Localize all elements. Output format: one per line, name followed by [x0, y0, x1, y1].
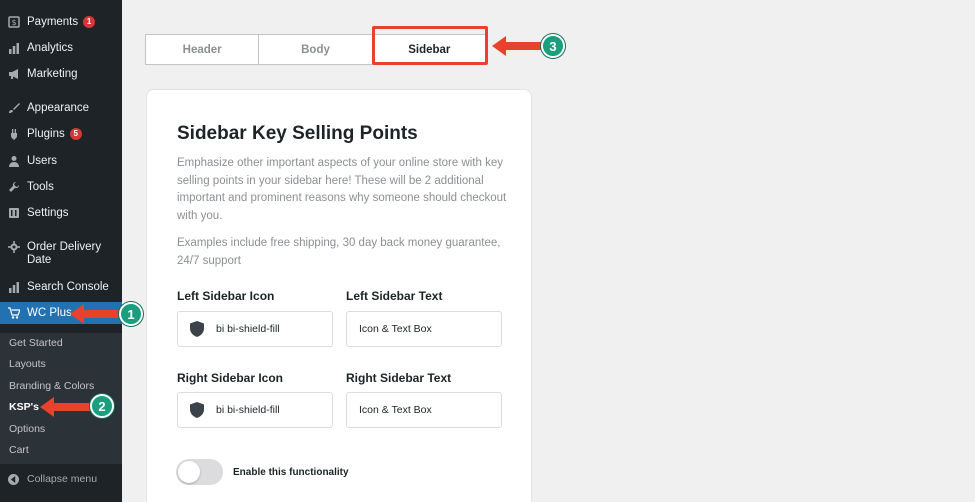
shield-icon	[190, 321, 204, 337]
update-badge: 1	[83, 16, 96, 28]
svg-text:$: $	[11, 18, 16, 27]
settings-icon	[8, 207, 20, 219]
payments-icon: $	[8, 16, 20, 28]
right-text-label: Right Sidebar Text	[346, 371, 452, 385]
collapse-arrow-icon	[8, 473, 19, 485]
right-text-value: Icon & Text Box	[359, 404, 432, 416]
submenu-ksps[interactable]: KSP's	[9, 401, 39, 413]
megaphone-icon	[8, 68, 20, 80]
chart-icon	[8, 281, 20, 293]
right-text-field[interactable]: Icon & Text Box	[346, 392, 502, 428]
sidebar-item-plugins[interactable]: Plugins 5	[0, 128, 122, 141]
left-icon-label: Left Sidebar Icon	[177, 289, 275, 303]
toggle-label: Enable this functionality	[233, 467, 349, 478]
annotation-number-2: 2	[90, 394, 114, 418]
update-badge: 5	[69, 128, 82, 140]
wrench-icon	[8, 181, 20, 193]
left-text-label: Left Sidebar Text	[346, 289, 443, 303]
right-icon-label: Right Sidebar Icon	[177, 371, 284, 385]
sidebar-item-label: WC Plus	[27, 306, 72, 319]
submenu-get-started[interactable]: Get Started	[9, 337, 63, 349]
tab-sidebar[interactable]: Sidebar	[373, 35, 486, 64]
sidebar-item-label: Users	[27, 155, 58, 167]
submenu-cart[interactable]: Cart	[9, 444, 29, 456]
collapse-menu-button[interactable]: Collapse menu	[8, 473, 97, 485]
sidebar-item-order-delivery-date[interactable]: Order Delivery Date	[0, 241, 122, 267]
card-examples: Examples include free shipping, 30 day b…	[177, 237, 501, 267]
left-text-value: Icon & Text Box	[359, 323, 432, 335]
sidebar-item-label: Marketing	[27, 68, 78, 80]
sidebar-item-tools[interactable]: Tools	[0, 181, 122, 194]
sidebar-item-label: Analytics	[27, 42, 74, 54]
sidebar-item-users[interactable]: Users	[0, 155, 122, 168]
left-icon-field[interactable]: bi bi-shield-fill	[177, 311, 333, 347]
sidebar-item-label: Payments	[27, 16, 79, 28]
admin-sidebar: $ Payments 1 Analytics Marketing Appeara…	[0, 0, 122, 502]
submenu-layouts[interactable]: Layouts	[9, 358, 46, 370]
right-icon-value: bi bi-shield-fill	[216, 404, 280, 416]
annotation-arrow-3	[492, 36, 542, 56]
sidebar-item-label: Settings	[27, 207, 69, 219]
left-icon-value: bi bi-shield-fill	[216, 323, 280, 335]
submenu-options[interactable]: Options	[9, 423, 45, 435]
plugin-icon	[8, 128, 20, 140]
cart-icon	[8, 307, 20, 319]
sidebar-item-marketing[interactable]: Marketing	[0, 68, 122, 81]
sidebar-item-label: Tools	[27, 181, 54, 193]
sidebar-ksp-card: Sidebar Key Selling Points Emphasize oth…	[146, 89, 532, 502]
sidebar-item-label: Appearance	[27, 102, 90, 114]
card-title: Sidebar Key Selling Points	[177, 123, 418, 144]
sidebar-item-analytics[interactable]: Analytics	[0, 42, 122, 55]
analytics-icon	[8, 42, 20, 54]
settings-tabs: Header Body Sidebar	[145, 34, 487, 65]
sidebar-item-appearance[interactable]: Appearance	[0, 102, 122, 115]
annotation-arrow-2	[40, 397, 90, 417]
users-icon	[8, 155, 20, 167]
sidebar-item-payments[interactable]: $ Payments 1	[0, 16, 122, 29]
collapse-menu-label: Collapse menu	[27, 473, 98, 485]
sidebar-item-label: Order Delivery Date	[27, 241, 102, 266]
left-text-field[interactable]: Icon & Text Box	[346, 311, 502, 347]
tab-body[interactable]: Body	[259, 35, 373, 64]
shield-icon	[190, 402, 204, 418]
sidebar-item-settings[interactable]: Settings	[0, 207, 122, 220]
gear-icon	[8, 241, 20, 253]
sidebar-item-label: Plugins	[27, 128, 65, 140]
annotation-number-3: 3	[541, 34, 565, 58]
tab-header[interactable]: Header	[146, 35, 260, 64]
card-description: Emphasize other important aspects of you…	[177, 157, 507, 222]
brush-icon	[8, 102, 20, 114]
right-icon-field[interactable]: bi bi-shield-fill	[177, 392, 333, 428]
sidebar-item-search-console[interactable]: Search Console	[0, 281, 122, 294]
enable-toggle[interactable]	[176, 459, 223, 485]
annotation-arrow-1	[70, 304, 120, 324]
toggle-knob	[178, 461, 200, 483]
sidebar-item-label: Search Console	[27, 281, 109, 293]
submenu-branding-colors[interactable]: Branding & Colors	[9, 380, 94, 392]
annotation-number-1: 1	[119, 302, 143, 326]
